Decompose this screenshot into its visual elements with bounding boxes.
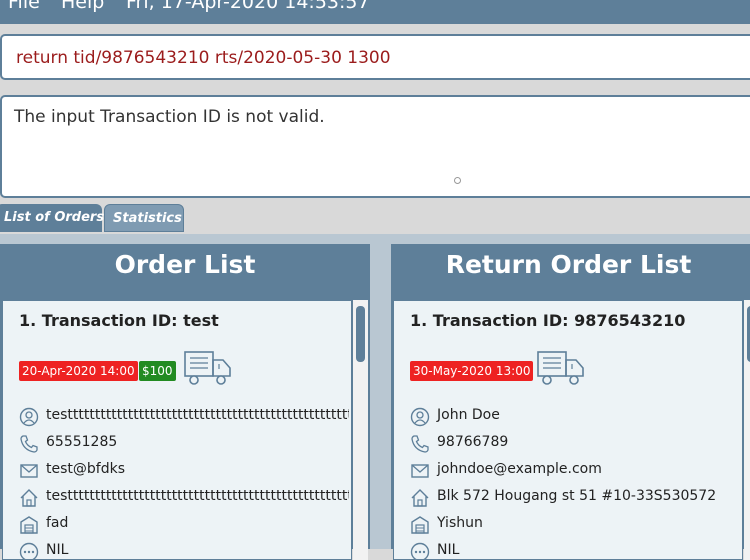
result-display: The input Transaction ID is not valid. bbox=[0, 95, 750, 198]
address: testtttttttttttttttttttttttttttttttttttt… bbox=[46, 488, 349, 504]
phone-number: 98766789 bbox=[437, 434, 508, 450]
order-card[interactable]: 1. Transaction ID: test 20-Apr-2020 14:0… bbox=[2, 300, 352, 560]
phone-row: 65551285 bbox=[19, 432, 349, 454]
return-order-card[interactable]: 1. Transaction ID: 9876543210 30-May-202… bbox=[393, 300, 743, 560]
datetime-display: Fri, 17-Apr-2020 14:53:57 bbox=[126, 0, 370, 10]
phone-icon bbox=[19, 434, 39, 454]
home-icon bbox=[19, 488, 39, 508]
truck-icon bbox=[183, 349, 233, 387]
tab-statistics[interactable]: Statistics bbox=[104, 204, 184, 232]
customer-name: John Doe bbox=[437, 407, 500, 423]
return-order-list-title: Return Order List bbox=[391, 250, 746, 279]
comment: NIL bbox=[46, 542, 68, 558]
return-timestamp-badge: 30-May-2020 13:00 bbox=[410, 361, 533, 381]
resize-handle-icon[interactable] bbox=[454, 177, 461, 184]
address: Blk 572 Hougang st 51 #10-33S530572 bbox=[437, 488, 716, 504]
mail-icon bbox=[19, 461, 39, 481]
order-list-pane: Order List 1. Transaction ID: test 20-Ap… bbox=[0, 244, 370, 549]
price-badge: $100 bbox=[139, 361, 176, 381]
comment-icon bbox=[410, 542, 430, 560]
warehouse-row: fad bbox=[19, 513, 349, 535]
phone-row: 98766789 bbox=[410, 432, 740, 454]
phone-icon bbox=[410, 434, 430, 454]
menu-file[interactable]: File bbox=[8, 0, 40, 10]
address-row: Blk 572 Hougang st 51 #10-33S530572 bbox=[410, 486, 740, 508]
address-row: testtttttttttttttttttttttttttttttttttttt… bbox=[19, 486, 349, 508]
return-list-scrollbar[interactable] bbox=[744, 300, 750, 560]
customer-name-row: John Doe bbox=[410, 405, 740, 427]
return-order-list-pane: Return Order List 1. Transaction ID: 987… bbox=[391, 244, 750, 549]
order-list-title: Order List bbox=[0, 250, 370, 279]
order-list-scroll-thumb[interactable] bbox=[356, 306, 365, 362]
email-row: test@bfdks bbox=[19, 459, 349, 481]
customer-name-row: testtttttttttttttttttttttttttttttttttttt… bbox=[19, 405, 349, 427]
order-list-scrollbar[interactable] bbox=[353, 300, 368, 560]
warehouse-location: fad bbox=[46, 515, 68, 531]
warehouse-location: Yishun bbox=[437, 515, 483, 531]
warehouse-icon bbox=[19, 515, 39, 535]
comment-icon bbox=[19, 542, 39, 560]
command-text[interactable]: return tid/9876543210 rts/2020-05-30 130… bbox=[16, 48, 391, 68]
comment-row: NIL bbox=[410, 540, 740, 560]
tab-list-of-orders[interactable]: List of Orders bbox=[0, 204, 102, 232]
email-address: johndoe@example.com bbox=[437, 461, 602, 477]
delivery-timestamp-badge: 20-Apr-2020 14:00 bbox=[19, 361, 138, 381]
warehouse-icon bbox=[410, 515, 430, 535]
user-icon bbox=[410, 407, 430, 427]
result-message: The input Transaction ID is not valid. bbox=[14, 107, 325, 127]
warehouse-row: Yishun bbox=[410, 513, 740, 535]
return-card-header: 1. Transaction ID: 9876543210 bbox=[410, 311, 685, 330]
comment: NIL bbox=[437, 542, 459, 558]
menu-bar: File Help Fri, 17-Apr-2020 14:53:57 bbox=[0, 0, 750, 24]
order-card-header: 1. Transaction ID: test bbox=[19, 311, 219, 330]
command-input[interactable]: return tid/9876543210 rts/2020-05-30 130… bbox=[0, 34, 750, 80]
menu-help[interactable]: Help bbox=[61, 0, 104, 10]
truck-icon bbox=[536, 349, 586, 387]
phone-number: 65551285 bbox=[46, 434, 117, 450]
email-address: test@bfdks bbox=[46, 461, 125, 477]
comment-row: NIL bbox=[19, 540, 349, 560]
content-area: Order List 1. Transaction ID: test 20-Ap… bbox=[0, 234, 750, 549]
email-row: johndoe@example.com bbox=[410, 459, 740, 481]
customer-name: testtttttttttttttttttttttttttttttttttttt… bbox=[46, 407, 349, 423]
user-icon bbox=[19, 407, 39, 427]
tab-bar: List of Orders Statistics bbox=[0, 200, 750, 234]
home-icon bbox=[410, 488, 430, 508]
mail-icon bbox=[410, 461, 430, 481]
